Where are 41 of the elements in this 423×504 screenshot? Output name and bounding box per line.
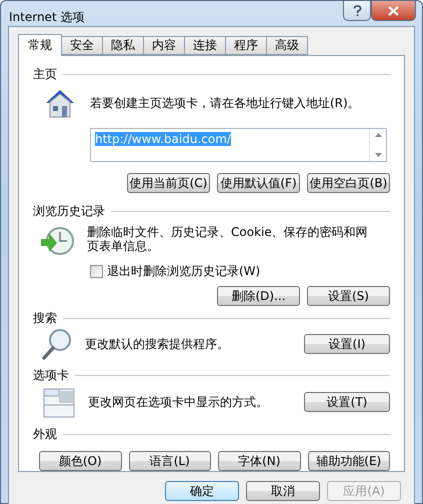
close-button[interactable] <box>371 1 416 21</box>
section-heading: 浏览历史记录 <box>33 203 105 220</box>
appearance-button[interactable]: 辅助功能(E) <box>308 451 390 471</box>
section-heading: 选项卡 <box>33 367 69 384</box>
description-text: 更改网页在选项卡中显示的方式。 <box>88 395 269 409</box>
tab[interactable]: 程序 <box>225 36 267 55</box>
tab[interactable]: 常规 <box>18 34 62 56</box>
history-button[interactable]: 删除(D)... <box>217 286 300 306</box>
homepage-button[interactable]: 使用默认值(F) <box>217 173 300 193</box>
scroll-down-icon[interactable] <box>374 153 382 157</box>
magnifier-icon <box>41 327 73 361</box>
checkbox-label[interactable]: 退出时删除浏览历史记录(W) <box>107 263 260 280</box>
description-text: 若要创建主页选项卡，请在各地址行键入地址(R)。 <box>90 96 360 110</box>
homepage-button[interactable]: 使用空白页(B) <box>307 173 390 193</box>
homepage-button[interactable]: 使用当前页(C) <box>127 173 210 193</box>
window-title: Internet 选项 <box>9 9 86 26</box>
history-button[interactable]: 设置(S) <box>307 286 390 306</box>
scroll-up-icon[interactable] <box>374 133 382 137</box>
section-heading: 外观 <box>33 426 57 443</box>
cancel-button[interactable]: 取消 <box>246 481 320 501</box>
tab[interactable]: 高级 <box>266 36 308 55</box>
appearance-button[interactable]: 字体(N) <box>218 451 300 471</box>
appearance-button[interactable]: 语言(L) <box>128 451 211 471</box>
help-button[interactable] <box>343 1 371 21</box>
tabs-icon <box>43 386 75 418</box>
section-heading: 主页 <box>33 66 57 83</box>
description-text: 更改默认的搜索提供程序。 <box>85 337 230 351</box>
search-settings-button[interactable]: 设置(I) <box>304 334 390 354</box>
tab[interactable]: 安全 <box>61 36 103 55</box>
tab[interactable]: 内容 <box>143 36 185 55</box>
help-icon <box>352 4 362 16</box>
clock-icon <box>39 225 75 257</box>
tabs-settings-button[interactable]: 设置(T) <box>304 392 390 412</box>
description-text: 删除临时文件、历史记录、Cookie、保存的密码和网页表单信息。 <box>87 225 369 253</box>
ok-button[interactable]: 确定 <box>165 481 239 501</box>
tab[interactable]: 隐私 <box>102 36 144 55</box>
tab[interactable]: 连接 <box>184 36 226 55</box>
checkbox[interactable] <box>90 265 103 278</box>
appearance-button[interactable]: 颜色(O) <box>39 451 122 471</box>
close-icon <box>388 6 399 16</box>
section-heading: 搜索 <box>33 310 57 327</box>
